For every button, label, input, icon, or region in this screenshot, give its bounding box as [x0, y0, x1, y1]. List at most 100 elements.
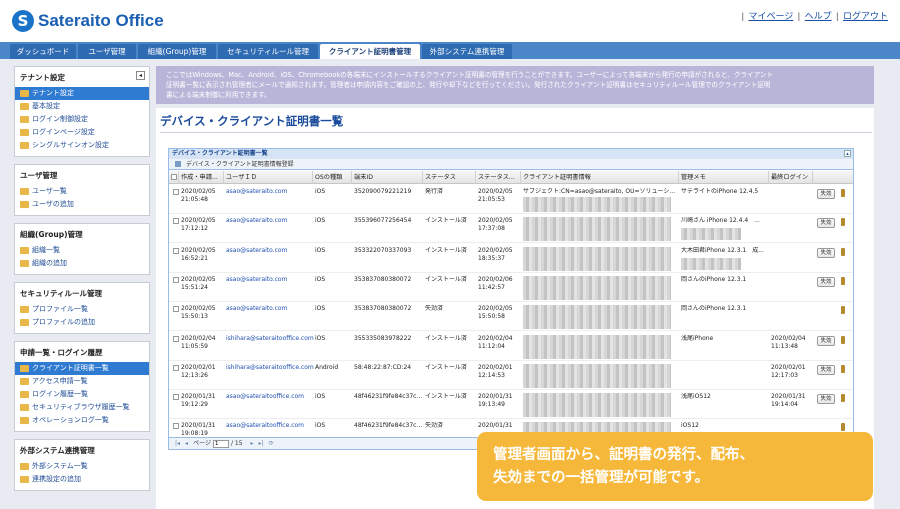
- next-page-icon[interactable]: ▸: [251, 438, 254, 450]
- sidebar-item-basic-settings[interactable]: 基本設定: [15, 100, 149, 113]
- register-cert-button[interactable]: デバイス・クライアント証明書情報登録: [186, 159, 294, 170]
- revoke-button[interactable]: 失効: [817, 335, 835, 346]
- column-header[interactable]: ステータス...: [476, 171, 521, 184]
- sidebar-item-user-add[interactable]: ユーザの追加: [15, 198, 149, 211]
- revoke-button[interactable]: 失効: [817, 189, 835, 199]
- feature-callout: 管理者画面から、証明書の発行、配布、 失効までの一括管理が可能です。: [477, 432, 873, 501]
- table-row[interactable]: 2020/02/05 15:51:24 asao@sateraito.com iOS 3…: [169, 273, 853, 302]
- sidebar-item-access-requests[interactable]: アクセス申請一覧: [15, 375, 149, 388]
- tab-client-certificates[interactable]: クライアント証明書管理: [320, 44, 420, 59]
- sidebar-item-external-list[interactable]: 外部システム一覧: [15, 460, 149, 473]
- table-row[interactable]: 2020/02/05 21:05:48 asao@sateraito.com iOS 3…: [169, 185, 853, 214]
- tab-external-systems[interactable]: 外部システム連携管理: [422, 44, 512, 59]
- sidebar-item-profile-list[interactable]: プロファイル一覧: [15, 303, 149, 316]
- tab-users[interactable]: ユーザ管理: [78, 44, 136, 59]
- sidebar-item-login-history[interactable]: ログイン履歴一覧: [15, 388, 149, 401]
- row-checkbox[interactable]: [173, 189, 179, 195]
- pin-icon[interactable]: [841, 276, 845, 285]
- pin-icon[interactable]: [841, 364, 845, 373]
- prev-page-icon[interactable]: ◂: [185, 438, 188, 450]
- page-title: デバイス・クライアント証明書一覧: [160, 114, 344, 128]
- select-all-checkbox[interactable]: [169, 171, 179, 184]
- column-header[interactable]: OSの種類: [313, 171, 352, 184]
- pin-icon[interactable]: [841, 247, 845, 256]
- column-header[interactable]: ユーザＩＤ: [224, 171, 313, 184]
- collapse-grid-button[interactable]: ▴: [844, 150, 851, 157]
- row-checkbox[interactable]: [173, 423, 179, 430]
- user-id-link[interactable]: ishihara@sateraitooffice.com: [226, 335, 314, 343]
- row-checkbox[interactable]: [173, 276, 179, 283]
- notice-line: 書による端末制御に利用できます。: [166, 91, 271, 99]
- sidebar-group-title: 申請一覧・ログイン履歴: [20, 348, 103, 357]
- column-header[interactable]: ステータス: [423, 171, 476, 184]
- sidebar-item-client-cert-list[interactable]: クライアント証明書一覧: [15, 362, 149, 375]
- sidebar-item-user-list[interactable]: ユーザ一覧: [15, 185, 149, 198]
- pin-icon[interactable]: [841, 394, 845, 403]
- refresh-icon[interactable]: ⟳: [269, 438, 274, 450]
- pin-icon[interactable]: [841, 423, 845, 432]
- row-checkbox[interactable]: [173, 218, 179, 225]
- pin-icon[interactable]: [841, 306, 845, 315]
- user-id-link[interactable]: asao@sateraito.com: [226, 276, 287, 284]
- status-time: 11:12:04: [478, 342, 505, 350]
- row-checkbox[interactable]: [173, 364, 179, 371]
- pin-icon[interactable]: [841, 189, 845, 197]
- row-checkbox[interactable]: [173, 335, 179, 342]
- status-date: 2020/02/05: [478, 305, 513, 313]
- sidebar-item-group-list[interactable]: 組織一覧: [15, 244, 149, 257]
- sidebar-item-profile-add[interactable]: プロファイルの追加: [15, 316, 149, 329]
- sidebar-item-group-add[interactable]: 組織の追加: [15, 257, 149, 270]
- revoke-button[interactable]: 失効: [817, 394, 835, 405]
- table-row[interactable]: 2020/01/31 19:12:29 asao@sateraitooffice.c…: [169, 390, 853, 420]
- sidebar-item-login-control[interactable]: ログイン制御設定: [15, 113, 149, 126]
- collapse-sidebar-button[interactable]: ◂: [136, 71, 145, 80]
- cert-info-redacted: [523, 334, 671, 359]
- revoke-button[interactable]: 失効: [817, 218, 835, 229]
- row-checkbox[interactable]: [173, 394, 179, 401]
- user-id-link[interactable]: asao@sateraitooffice.com: [226, 422, 304, 430]
- column-header[interactable]: 端末ID: [352, 171, 423, 184]
- logo-mark-icon: S: [12, 10, 34, 32]
- user-id-link[interactable]: asao@sateraito.com: [226, 247, 287, 255]
- revoke-button[interactable]: 失効: [817, 364, 835, 375]
- row-checkbox[interactable]: [173, 247, 179, 254]
- column-header[interactable]: 最終ログイン: [769, 171, 813, 184]
- folder-icon: [20, 90, 29, 97]
- user-id-link[interactable]: asao@sateraito.com: [226, 305, 287, 313]
- revoke-button[interactable]: 失効: [817, 276, 835, 287]
- first-page-icon[interactable]: |◂: [175, 438, 180, 450]
- help-link[interactable]: ヘルプ: [805, 11, 832, 21]
- sidebar-item-browser-history[interactable]: セキュリティブラウザ履歴一覧: [15, 401, 149, 414]
- user-id-link[interactable]: asao@sateraitooffice.com: [226, 393, 304, 401]
- pin-icon[interactable]: [841, 218, 845, 227]
- column-header[interactable]: 作成・申請...: [179, 171, 224, 184]
- status-label: インストール済: [425, 217, 467, 225]
- sidebar-item-tenant-settings[interactable]: テナント設定: [15, 87, 149, 100]
- table-row[interactable]: 2020/02/04 11:05:59 ishihara@sateraitooffi…: [169, 332, 853, 361]
- tab-dashboard[interactable]: ダッシュボード: [10, 44, 76, 59]
- mypage-link[interactable]: マイページ: [748, 11, 793, 21]
- table-row[interactable]: 2020/02/05 16:52:21 asao@sateraito.com iOS 3…: [169, 244, 853, 273]
- pin-icon[interactable]: [841, 335, 845, 344]
- os-type: iOS: [315, 188, 326, 195]
- tab-groups[interactable]: 組織(Group)管理: [138, 44, 216, 59]
- sidebar-item-sso[interactable]: シングルサインオン設定: [15, 139, 149, 152]
- user-id-link[interactable]: ishihara@sateraitooffice.com: [226, 364, 314, 372]
- table-row[interactable]: 2020/02/01 12:13:26 ishihara@sateraitooffi…: [169, 361, 853, 390]
- column-header[interactable]: クライアント証明書情報: [521, 171, 679, 184]
- logout-link[interactable]: ログアウト: [843, 11, 888, 21]
- table-row[interactable]: 2020/02/05 17:12:12 asao@sateraito.com iOS 3…: [169, 214, 853, 244]
- tab-security-rules[interactable]: セキュリティルール管理: [218, 44, 318, 59]
- sidebar-item-login-page[interactable]: ログインページ設定: [15, 126, 149, 139]
- sidebar-item-external-add[interactable]: 連携設定の追加: [15, 473, 149, 486]
- page-number-input[interactable]: [212, 439, 229, 448]
- column-header[interactable]: 管理メモ: [679, 171, 769, 184]
- last-page-icon[interactable]: ▸|: [259, 438, 264, 450]
- row-checkbox[interactable]: [173, 306, 179, 313]
- table-row[interactable]: 2020/02/05 15:50:13 asao@sateraito.com iOS 3…: [169, 302, 853, 332]
- user-id-link[interactable]: asao@sateraito.com: [226, 188, 287, 196]
- revoke-button[interactable]: 失効: [817, 247, 835, 258]
- user-id-link[interactable]: asao@sateraito.com: [226, 217, 287, 225]
- sidebar-item-operation-log[interactable]: オペレーションログ一覧: [15, 414, 149, 427]
- created-date: 2020/01/31: [181, 422, 216, 430]
